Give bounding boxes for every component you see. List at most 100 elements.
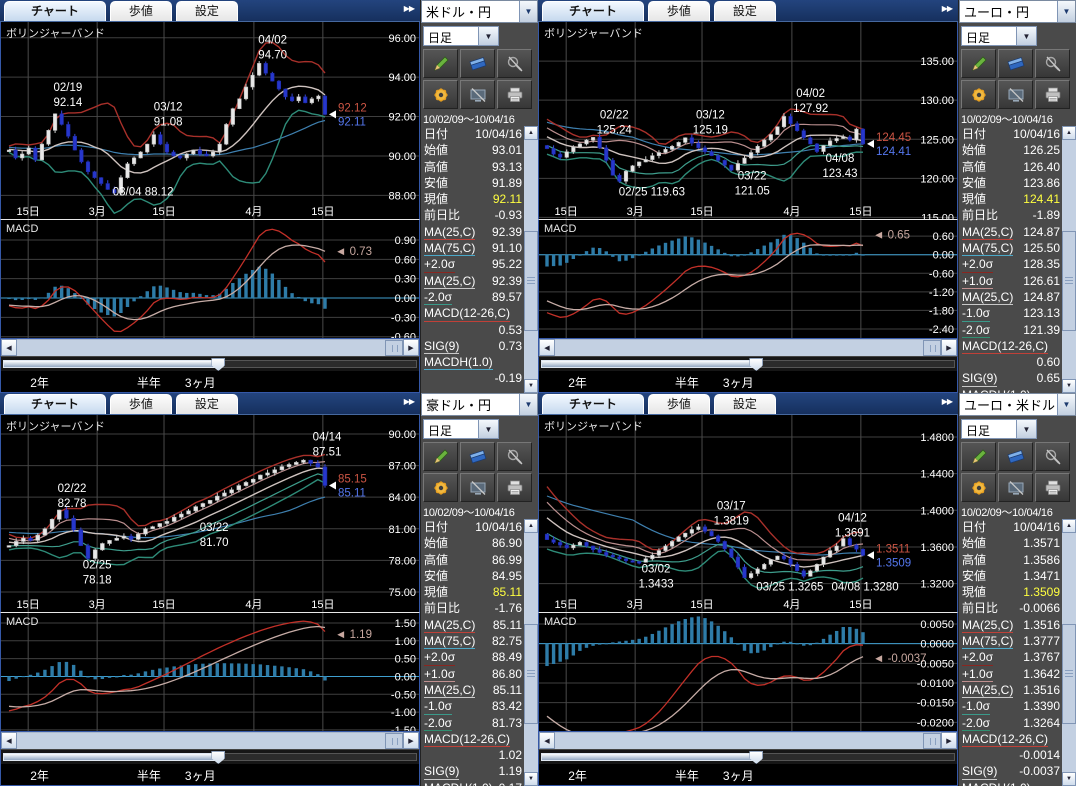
scroll-left-button[interactable]: ◀ [539,339,555,356]
timeframe-select[interactable]: 日足 [423,26,479,46]
indicator-label[interactable]: MACDH(1.0) [962,387,1031,393]
period-label-2years[interactable]: 2年 [30,767,49,784]
dropdown-arrow-icon[interactable]: ▼ [1057,1,1075,22]
expand-panel-icon[interactable]: ▶▶ [942,397,952,406]
hscroll-track[interactable] [17,339,403,356]
hscroll-thumb[interactable] [385,733,403,749]
printer-icon[interactable] [1035,80,1070,109]
period-label-3months[interactable]: 3ヶ月 [185,767,216,784]
indicator-label[interactable]: MA(25,C) [962,224,1013,240]
scroll-down-button[interactable]: ▼ [1062,772,1076,786]
scroll-up-button[interactable]: ▲ [524,126,538,140]
gear-icon[interactable] [423,80,458,109]
expand-panel-icon[interactable]: ▶▶ [404,397,414,406]
vscroll-track[interactable] [524,140,538,379]
tab-tick-price[interactable]: 歩値 [110,1,172,21]
vertical-scrollbar[interactable]: ▲ ▼ [1062,519,1076,786]
bollinger-chart[interactable]: ボリンジャーバンド 135.00130.00125.00120.00115.00… [538,22,958,220]
tab-chart[interactable]: チャート [542,394,644,414]
indicator-label[interactable]: SIG(9) [424,338,459,354]
scroll-up-button[interactable]: ▲ [524,519,538,533]
dropdown-arrow-icon[interactable]: ▼ [519,1,537,22]
tab-chart[interactable]: チャート [542,1,644,21]
hscroll-track[interactable] [17,732,403,749]
indicator-label[interactable]: SIG(9) [962,370,997,386]
tab-tick-price[interactable]: 歩値 [648,1,710,21]
scroll-up-button[interactable]: ▲ [1062,519,1076,533]
indicator-label[interactable]: MA(75,C) [424,633,475,649]
indicator-label[interactable]: MACDH(1.0) [962,780,1031,786]
dropdown-arrow-icon[interactable]: ▼ [519,394,537,415]
indicator-label[interactable]: MA(25,C) [424,273,475,289]
timeframe-select[interactable]: 日足 [961,419,1017,439]
period-zoom-slider[interactable] [538,749,958,764]
indicator-label[interactable]: MACD(12-26,C) [962,731,1048,747]
indicator-label[interactable]: +1.0σ [962,666,993,682]
indicator-label[interactable]: -2.0σ [424,715,452,731]
indicator-label[interactable]: -1.0σ [424,698,452,714]
indicator-label[interactable]: MACD(12-26,C) [962,338,1048,354]
period-label-3months[interactable]: 3ヶ月 [723,374,754,391]
zoom-disabled-icon[interactable] [1035,442,1070,471]
slider-thumb[interactable] [749,751,763,764]
period-label-2years[interactable]: 2年 [568,767,587,784]
slider-track[interactable] [218,360,417,368]
indicator-label[interactable]: -1.0σ [962,698,990,714]
scroll-left-button[interactable]: ◀ [1,732,17,749]
indicator-label[interactable]: -2.0σ [424,289,452,305]
indicator-label[interactable]: +1.0σ [962,273,993,289]
scroll-right-button[interactable]: ▶ [403,339,419,356]
scroll-right-button[interactable]: ▶ [403,732,419,749]
timeframe-dropdown-icon[interactable]: ▼ [479,26,499,46]
dropdown-arrow-icon[interactable]: ▼ [1057,394,1075,415]
indicator-label[interactable]: MA(25,C) [962,682,1013,698]
indicator-label[interactable]: MA(25,C) [424,682,475,698]
indicator-label[interactable]: SIG(9) [962,763,997,779]
period-label-half-year[interactable]: 半年 [137,374,161,391]
period-zoom-slider[interactable] [538,356,958,371]
period-zoom-slider[interactable] [0,749,420,764]
period-label-half-year[interactable]: 半年 [137,767,161,784]
indicator-label[interactable]: -2.0σ [962,715,990,731]
horizontal-scrollbar[interactable]: ◀ ▶ [0,339,420,356]
indicator-label[interactable]: MA(75,C) [962,240,1013,256]
slider-track[interactable] [756,753,955,761]
currency-pair-select[interactable]: ユーロ・円 ▼ [959,0,1076,23]
eraser-icon[interactable] [460,442,495,471]
indicator-label[interactable]: MA(25,C) [424,224,475,240]
scroll-left-button[interactable]: ◀ [1,339,17,356]
vertical-scrollbar[interactable]: ▲ ▼ [524,126,538,393]
pencil-icon[interactable] [961,49,996,78]
timeframe-select[interactable]: 日足 [961,26,1017,46]
indicator-label[interactable]: -1.0σ [962,305,990,321]
tab-chart[interactable]: チャート [4,1,106,21]
bollinger-chart[interactable]: ボリンジャーバンド 96.0094.0092.0090.0088.0015日3月… [0,22,420,220]
period-label-half-year[interactable]: 半年 [675,374,699,391]
pencil-icon[interactable] [423,49,458,78]
currency-pair-select[interactable]: ユーロ・米ドル ▼ [959,393,1076,416]
indicator-label[interactable]: -2.0σ [962,322,990,338]
pencil-icon[interactable] [961,442,996,471]
currency-pair-select[interactable]: 豪ドル・円 ▼ [421,393,538,416]
timeframe-select[interactable]: 日足 [423,419,479,439]
macd-chart[interactable]: MACD 0.900.600.300.00-0.30-0.60◄ 0.73 [0,220,420,339]
slider-thumb[interactable] [211,358,225,371]
vscroll-track[interactable] [1062,533,1076,772]
macd-chart[interactable]: MACD 1.501.000.500.00-0.50-1.00-1.50◄ 1.… [0,613,420,732]
scroll-down-button[interactable]: ▼ [524,379,538,393]
indicator-label[interactable]: +2.0σ [962,649,993,665]
tab-settings[interactable]: 設定 [714,394,776,414]
indicator-label[interactable]: MA(75,C) [424,240,475,256]
gear-icon[interactable] [961,80,996,109]
scroll-right-button[interactable]: ▶ [941,339,957,356]
vscroll-thumb[interactable] [524,624,538,724]
tab-tick-price[interactable]: 歩値 [648,394,710,414]
indicator-label[interactable]: MA(25,C) [424,617,475,633]
timeframe-dropdown-icon[interactable]: ▼ [1017,26,1037,46]
vscroll-thumb[interactable] [1062,624,1076,724]
indicator-label[interactable]: MACDH(1.0) [424,354,493,370]
indicator-label[interactable]: +2.0σ [424,256,455,272]
macd-chart[interactable]: MACD 0.00500.0000-0.0050-0.0100-0.0150-0… [538,613,958,732]
horizontal-scrollbar[interactable]: ◀ ▶ [0,732,420,749]
pencil-icon[interactable] [423,442,458,471]
